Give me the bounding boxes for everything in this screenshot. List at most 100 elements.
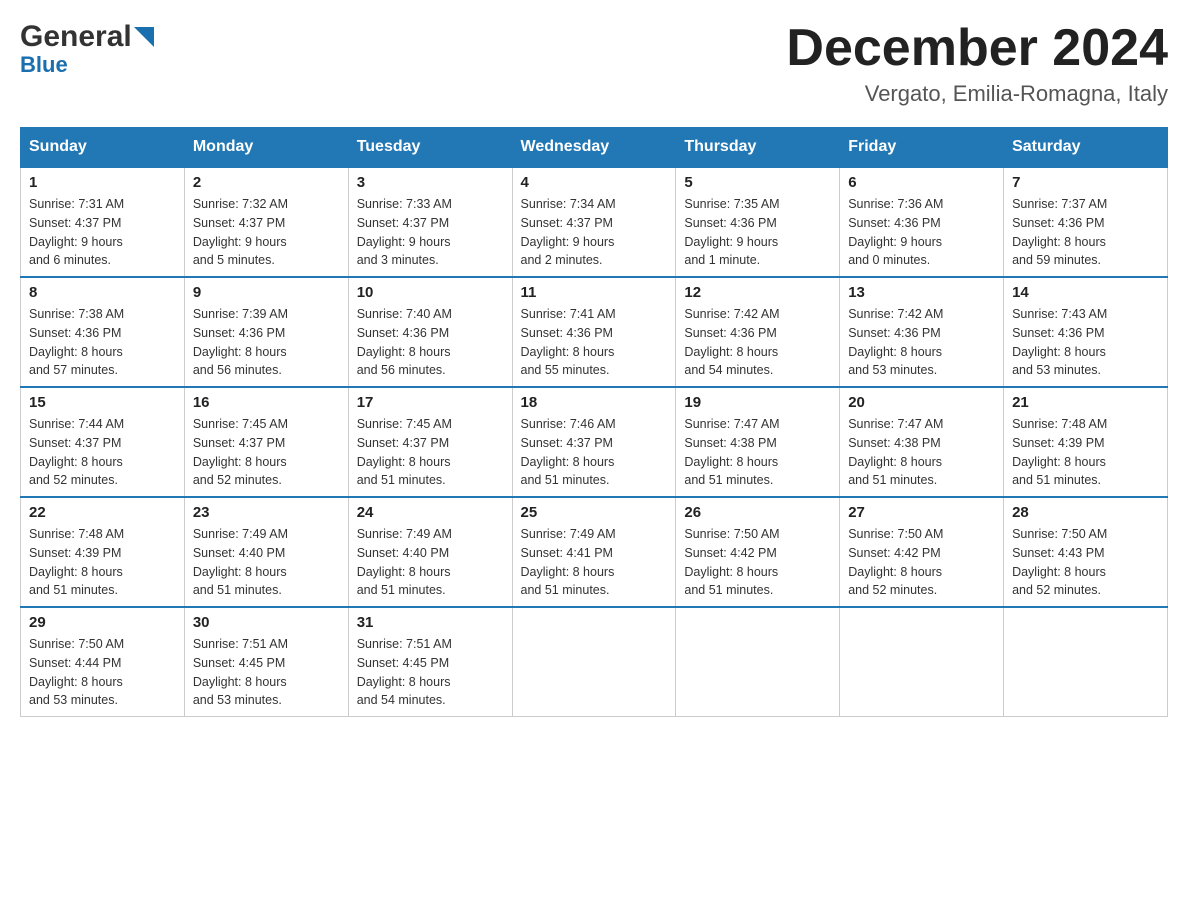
column-header-sunday: Sunday (21, 128, 185, 168)
calendar-table: SundayMondayTuesdayWednesdayThursdayFrid… (20, 127, 1168, 717)
day-info: Sunrise: 7:50 AMSunset: 4:43 PMDaylight:… (1012, 525, 1159, 600)
day-number: 13 (848, 284, 995, 301)
calendar-week-row: 1 Sunrise: 7:31 AMSunset: 4:37 PMDayligh… (21, 167, 1168, 277)
day-info: Sunrise: 7:39 AMSunset: 4:36 PMDaylight:… (193, 305, 340, 380)
day-number: 31 (357, 614, 504, 631)
day-info: Sunrise: 7:51 AMSunset: 4:45 PMDaylight:… (357, 635, 504, 710)
day-number: 22 (29, 504, 176, 521)
calendar-cell: 31 Sunrise: 7:51 AMSunset: 4:45 PMDaylig… (348, 607, 512, 717)
calendar-week-row: 22 Sunrise: 7:48 AMSunset: 4:39 PMDaylig… (21, 497, 1168, 607)
column-header-monday: Monday (184, 128, 348, 168)
calendar-header-row: SundayMondayTuesdayWednesdayThursdayFrid… (21, 128, 1168, 168)
day-info: Sunrise: 7:35 AMSunset: 4:36 PMDaylight:… (684, 195, 831, 270)
day-number: 28 (1012, 504, 1159, 521)
calendar-cell: 16 Sunrise: 7:45 AMSunset: 4:37 PMDaylig… (184, 387, 348, 497)
day-info: Sunrise: 7:42 AMSunset: 4:36 PMDaylight:… (684, 305, 831, 380)
column-header-wednesday: Wednesday (512, 128, 676, 168)
day-info: Sunrise: 7:40 AMSunset: 4:36 PMDaylight:… (357, 305, 504, 380)
calendar-cell: 8 Sunrise: 7:38 AMSunset: 4:36 PMDayligh… (21, 277, 185, 387)
column-header-saturday: Saturday (1004, 128, 1168, 168)
day-number: 7 (1012, 174, 1159, 191)
logo-triangle-icon (134, 27, 154, 47)
calendar-cell: 4 Sunrise: 7:34 AMSunset: 4:37 PMDayligh… (512, 167, 676, 277)
day-info: Sunrise: 7:44 AMSunset: 4:37 PMDaylight:… (29, 415, 176, 490)
location-text: Vergato, Emilia-Romagna, Italy (786, 81, 1168, 107)
day-number: 2 (193, 174, 340, 191)
day-info: Sunrise: 7:38 AMSunset: 4:36 PMDaylight:… (29, 305, 176, 380)
day-info: Sunrise: 7:37 AMSunset: 4:36 PMDaylight:… (1012, 195, 1159, 270)
calendar-cell: 17 Sunrise: 7:45 AMSunset: 4:37 PMDaylig… (348, 387, 512, 497)
calendar-cell: 9 Sunrise: 7:39 AMSunset: 4:36 PMDayligh… (184, 277, 348, 387)
calendar-cell: 22 Sunrise: 7:48 AMSunset: 4:39 PMDaylig… (21, 497, 185, 607)
day-number: 11 (521, 284, 668, 301)
calendar-cell: 12 Sunrise: 7:42 AMSunset: 4:36 PMDaylig… (676, 277, 840, 387)
column-header-friday: Friday (840, 128, 1004, 168)
day-number: 8 (29, 284, 176, 301)
calendar-week-row: 15 Sunrise: 7:44 AMSunset: 4:37 PMDaylig… (21, 387, 1168, 497)
day-number: 18 (521, 394, 668, 411)
day-number: 20 (848, 394, 995, 411)
day-info: Sunrise: 7:48 AMSunset: 4:39 PMDaylight:… (29, 525, 176, 600)
calendar-cell: 13 Sunrise: 7:42 AMSunset: 4:36 PMDaylig… (840, 277, 1004, 387)
calendar-cell: 6 Sunrise: 7:36 AMSunset: 4:36 PMDayligh… (840, 167, 1004, 277)
calendar-week-row: 29 Sunrise: 7:50 AMSunset: 4:44 PMDaylig… (21, 607, 1168, 717)
page-header: General Blue December 2024 Vergato, Emil… (20, 20, 1168, 107)
day-number: 19 (684, 394, 831, 411)
day-number: 14 (1012, 284, 1159, 301)
calendar-cell: 10 Sunrise: 7:40 AMSunset: 4:36 PMDaylig… (348, 277, 512, 387)
day-number: 23 (193, 504, 340, 521)
calendar-cell: 26 Sunrise: 7:50 AMSunset: 4:42 PMDaylig… (676, 497, 840, 607)
day-info: Sunrise: 7:51 AMSunset: 4:45 PMDaylight:… (193, 635, 340, 710)
calendar-cell (840, 607, 1004, 717)
day-number: 15 (29, 394, 176, 411)
day-info: Sunrise: 7:36 AMSunset: 4:36 PMDaylight:… (848, 195, 995, 270)
day-info: Sunrise: 7:46 AMSunset: 4:37 PMDaylight:… (521, 415, 668, 490)
day-info: Sunrise: 7:41 AMSunset: 4:36 PMDaylight:… (521, 305, 668, 380)
day-info: Sunrise: 7:42 AMSunset: 4:36 PMDaylight:… (848, 305, 995, 380)
day-number: 25 (521, 504, 668, 521)
day-info: Sunrise: 7:34 AMSunset: 4:37 PMDaylight:… (521, 195, 668, 270)
calendar-cell: 24 Sunrise: 7:49 AMSunset: 4:40 PMDaylig… (348, 497, 512, 607)
column-header-thursday: Thursday (676, 128, 840, 168)
day-info: Sunrise: 7:50 AMSunset: 4:42 PMDaylight:… (848, 525, 995, 600)
day-number: 26 (684, 504, 831, 521)
calendar-cell: 15 Sunrise: 7:44 AMSunset: 4:37 PMDaylig… (21, 387, 185, 497)
day-info: Sunrise: 7:49 AMSunset: 4:40 PMDaylight:… (357, 525, 504, 600)
logo: General Blue (20, 20, 154, 78)
day-number: 27 (848, 504, 995, 521)
calendar-cell (1004, 607, 1168, 717)
day-info: Sunrise: 7:45 AMSunset: 4:37 PMDaylight:… (193, 415, 340, 490)
calendar-cell: 20 Sunrise: 7:47 AMSunset: 4:38 PMDaylig… (840, 387, 1004, 497)
day-info: Sunrise: 7:50 AMSunset: 4:42 PMDaylight:… (684, 525, 831, 600)
day-info: Sunrise: 7:48 AMSunset: 4:39 PMDaylight:… (1012, 415, 1159, 490)
day-number: 29 (29, 614, 176, 631)
day-info: Sunrise: 7:43 AMSunset: 4:36 PMDaylight:… (1012, 305, 1159, 380)
day-number: 30 (193, 614, 340, 631)
calendar-cell: 28 Sunrise: 7:50 AMSunset: 4:43 PMDaylig… (1004, 497, 1168, 607)
day-number: 4 (521, 174, 668, 191)
day-number: 3 (357, 174, 504, 191)
calendar-cell (512, 607, 676, 717)
day-info: Sunrise: 7:31 AMSunset: 4:37 PMDaylight:… (29, 195, 176, 270)
calendar-cell: 30 Sunrise: 7:51 AMSunset: 4:45 PMDaylig… (184, 607, 348, 717)
logo-blue-text: Blue (20, 52, 68, 78)
day-number: 24 (357, 504, 504, 521)
calendar-cell: 7 Sunrise: 7:37 AMSunset: 4:36 PMDayligh… (1004, 167, 1168, 277)
day-number: 1 (29, 174, 176, 191)
day-number: 9 (193, 284, 340, 301)
calendar-cell: 19 Sunrise: 7:47 AMSunset: 4:38 PMDaylig… (676, 387, 840, 497)
day-number: 16 (193, 394, 340, 411)
calendar-cell: 5 Sunrise: 7:35 AMSunset: 4:36 PMDayligh… (676, 167, 840, 277)
calendar-cell: 27 Sunrise: 7:50 AMSunset: 4:42 PMDaylig… (840, 497, 1004, 607)
day-number: 21 (1012, 394, 1159, 411)
day-info: Sunrise: 7:32 AMSunset: 4:37 PMDaylight:… (193, 195, 340, 270)
calendar-cell: 2 Sunrise: 7:32 AMSunset: 4:37 PMDayligh… (184, 167, 348, 277)
calendar-cell: 25 Sunrise: 7:49 AMSunset: 4:41 PMDaylig… (512, 497, 676, 607)
calendar-cell: 29 Sunrise: 7:50 AMSunset: 4:44 PMDaylig… (21, 607, 185, 717)
calendar-cell: 1 Sunrise: 7:31 AMSunset: 4:37 PMDayligh… (21, 167, 185, 277)
day-info: Sunrise: 7:33 AMSunset: 4:37 PMDaylight:… (357, 195, 504, 270)
day-number: 6 (848, 174, 995, 191)
calendar-cell: 14 Sunrise: 7:43 AMSunset: 4:36 PMDaylig… (1004, 277, 1168, 387)
calendar-cell: 21 Sunrise: 7:48 AMSunset: 4:39 PMDaylig… (1004, 387, 1168, 497)
day-info: Sunrise: 7:47 AMSunset: 4:38 PMDaylight:… (684, 415, 831, 490)
